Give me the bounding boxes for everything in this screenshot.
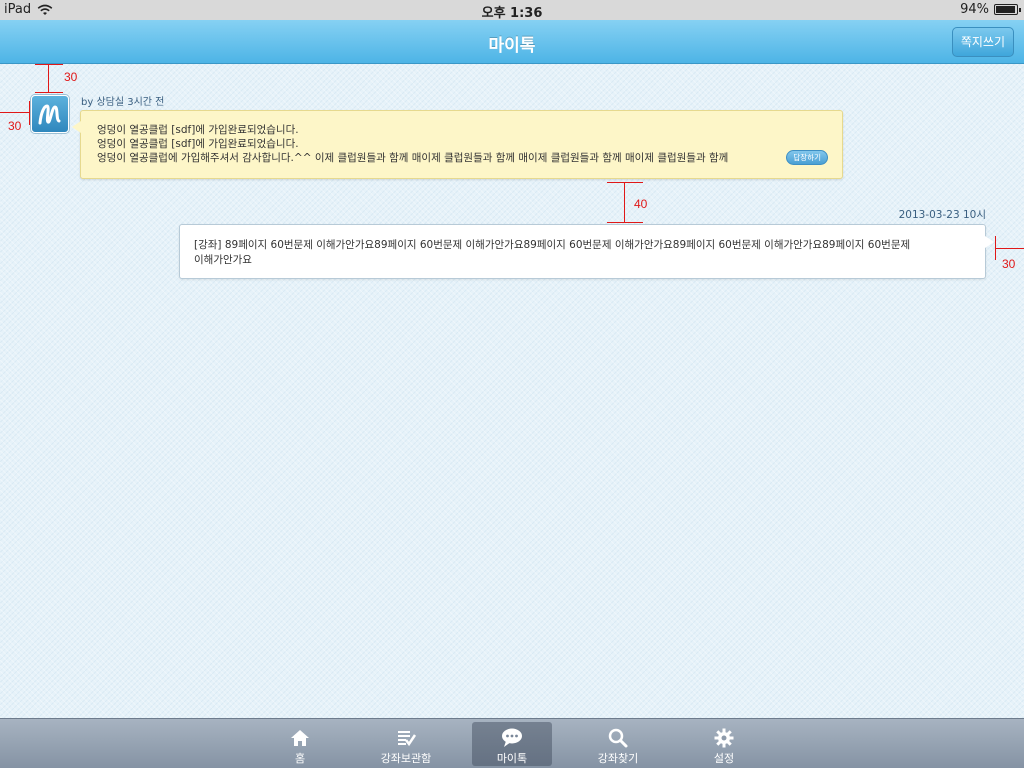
tab-mytalk[interactable]: 마이톡 [472,722,552,766]
message-line: 이해가안가요 [194,254,252,266]
compose-button[interactable]: 쪽지쓰기 [951,27,1014,57]
message-line: [강좌] 89페이지 60번문제 이해가안가요89페이지 60번문제 이해가안가… [194,239,911,251]
annotation-line [35,92,63,93]
tab-label: 마이톡 [496,752,528,765]
checklist-icon [398,731,417,747]
outgoing-message-bubble: [강좌] 89페이지 60번문제 이해가안가요89페이지 60번문제 이해가안가… [179,224,994,279]
search-icon [608,728,628,748]
chat-bubble-icon [502,728,522,747]
annotation-line [0,112,30,113]
message-line: 엉덩이 열공클럽에 가입해주셔서 감사합니다.^^ 이제 클럽원들과 함께 매이… [97,152,729,164]
tab-label: 강좌보관함 [380,752,432,765]
annotation-line [995,236,996,260]
message-meta: by 상담실 3시간 전 [81,97,165,108]
annotation-label: 30 [8,119,22,133]
tab-label: 강좌찾기 [597,752,639,765]
home-icon [291,730,309,746]
tab-find-course[interactable]: 강좌찾기 [578,722,658,766]
annotation-line [624,182,625,223]
annotation-label: 30 [1002,257,1016,271]
status-time: 오후 1:36 [481,6,543,21]
tab-course-archive[interactable]: 강좌보관함 [366,722,446,766]
message-line: 엉덩이 열공클럽 [sdf]에 가입완료되었습니다. [97,124,299,136]
annotation-line [48,64,49,93]
annotation-line [29,101,30,125]
sender-logo-icon [38,104,61,125]
incoming-message-bubble: 엉덩이 열공클럽 [sdf]에 가입완료되었습니다. 엉덩이 열공클럽 [sdf… [72,110,843,179]
sender-avatar[interactable] [31,95,69,133]
battery-percent: 94% [960,2,989,17]
page-title: 마이톡 [488,36,536,56]
tab-settings[interactable]: 설정 [684,722,764,766]
reply-button[interactable]: 답장하기 [786,150,828,165]
gear-icon [714,728,734,748]
status-bar: iPad 오후 1:36 94% [0,0,1024,21]
message-timestamp: 2013-03-23 10시 [898,209,986,221]
tab-bar: 홈 강좌보관함 마이톡 강좌찾기 설정 [0,718,1024,768]
annotation-line [35,64,63,65]
annotation-line [607,182,643,183]
tab-label: 홈 [294,752,306,765]
annotation-line [607,222,643,223]
battery-icon [994,4,1021,15]
annotation-label: 40 [634,197,648,211]
message-line: 엉덩이 열공클럽 [sdf]에 가입완료되었습니다. [97,138,299,150]
annotation-line [995,248,1024,249]
annotation-label: 30 [64,70,78,84]
navigation-bar: 마이톡 쪽지쓰기 [0,20,1024,64]
tab-home[interactable]: 홈 [260,722,340,766]
tab-label: 설정 [713,752,735,765]
